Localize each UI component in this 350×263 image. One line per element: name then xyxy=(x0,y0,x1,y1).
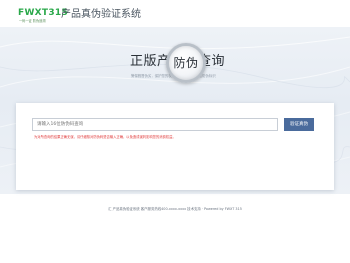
magnifier-icon: 防伪 xyxy=(166,43,206,83)
footer-text: 汇 产品真伪验证系统 客户服务热线400-xxxx-xxxx 技术支持 · Po… xyxy=(108,207,242,211)
magnifier-text: 防伪 xyxy=(173,56,199,70)
query-card: 验证真伪 为对所查询的结果正确无误，请仔细核对防伪码是否输入正确，以免造成误判影… xyxy=(16,103,334,190)
verify-button[interactable]: 验证真伪 xyxy=(284,118,314,131)
logo-subtext: 一码一证 防伪追溯 xyxy=(19,19,46,23)
security-code-input[interactable] xyxy=(32,118,278,131)
query-hint: 为对所查询的结果正确无误，请仔细核对防伪码是否输入正确，以免造成误判影响您的消费… xyxy=(34,135,176,139)
page-title: 产品真伪验证系统 xyxy=(61,9,141,20)
